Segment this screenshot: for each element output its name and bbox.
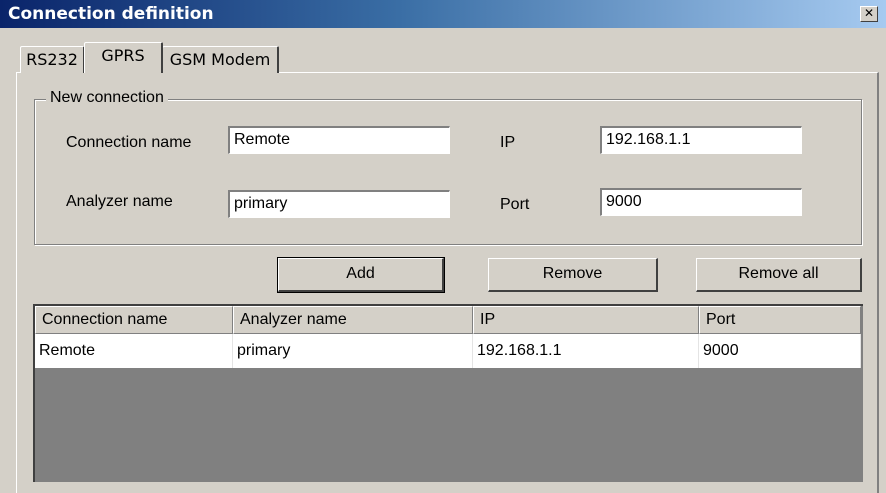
analyzer-name-input[interactable]: primary xyxy=(228,190,450,218)
column-header-port[interactable]: Port xyxy=(699,306,861,334)
analyzer-name-label: Analyzer name xyxy=(66,193,173,210)
close-icon[interactable]: ✕ xyxy=(860,6,878,22)
cell-analyzer-name: primary xyxy=(233,334,473,368)
new-connection-legend: New connection xyxy=(46,89,168,107)
cell-ip: 192.168.1.1 xyxy=(473,334,699,368)
port-label: Port xyxy=(500,196,530,213)
ip-input[interactable]: 192.168.1.1 xyxy=(600,126,802,154)
remove-button[interactable]: Remove xyxy=(488,258,658,292)
cell-connection-name: Remote xyxy=(35,334,233,368)
column-header-analyzer-name[interactable]: Analyzer name xyxy=(233,306,473,334)
cell-port: 9000 xyxy=(699,334,861,368)
title-bar: Connection definition ✕ xyxy=(0,0,886,28)
connection-name-input[interactable]: Remote xyxy=(228,126,450,154)
column-header-connection-name[interactable]: Connection name xyxy=(35,306,233,334)
remove-all-button[interactable]: Remove all xyxy=(696,258,862,292)
port-input[interactable]: 9000 xyxy=(600,188,802,216)
new-connection-group xyxy=(34,99,862,245)
table-row[interactable]: Remote primary 192.168.1.1 9000 xyxy=(35,334,861,368)
add-button[interactable]: Add xyxy=(277,257,445,293)
tab-gsm-modem[interactable]: GSM Modem xyxy=(162,46,279,73)
column-header-ip[interactable]: IP xyxy=(473,306,699,334)
window-title: Connection definition xyxy=(8,4,214,24)
list-header: Connection name Analyzer name IP Port xyxy=(35,306,863,334)
tab-gprs[interactable]: GPRS xyxy=(84,42,163,73)
ip-label: IP xyxy=(500,134,516,151)
connections-list[interactable]: Connection name Analyzer name IP Port Re… xyxy=(33,304,863,482)
connection-name-label: Connection name xyxy=(66,134,192,151)
tab-rs232[interactable]: RS232 xyxy=(20,46,85,73)
